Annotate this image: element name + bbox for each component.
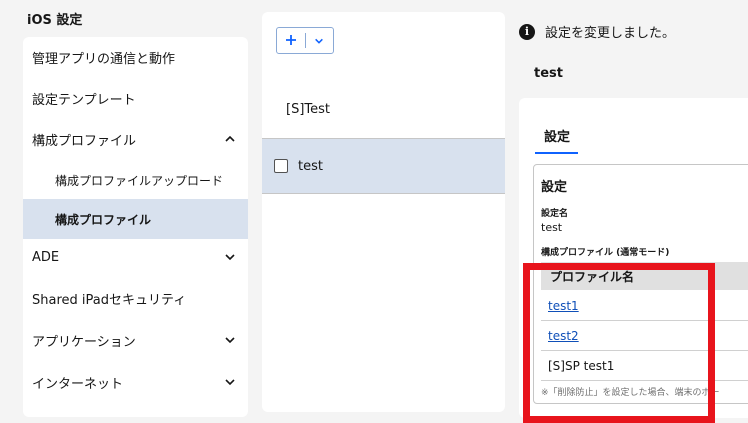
info-icon: i xyxy=(519,23,535,40)
sidebar-item-shared-ipad[interactable]: Shared iPadセキュリティ xyxy=(23,278,248,318)
success-notification: i 設定を変更しました。 xyxy=(519,22,748,41)
sidebar-item-app-communication[interactable]: 管理アプリの通信と動作 xyxy=(23,37,248,77)
list-item[interactable]: test xyxy=(262,138,505,194)
notification-text: 設定を変更しました。 xyxy=(545,26,676,41)
sidebar-item-label: 管理アプリの通信と動作 xyxy=(32,51,176,67)
plus-icon xyxy=(285,31,297,50)
table-row: test2 xyxy=(541,321,748,351)
profile-table-header: プロファイル名 xyxy=(541,262,748,290)
chevron-down-icon xyxy=(224,376,236,388)
profile-link[interactable]: test2 xyxy=(548,329,579,343)
add-button[interactable] xyxy=(277,28,305,53)
sidebar-item-label: ADE xyxy=(32,249,60,265)
sidebar-item-label: 構成プロファイルアップロード xyxy=(55,173,224,188)
sidebar-item-applications[interactable]: アプリケーション xyxy=(23,320,248,360)
section-heading: 設定 xyxy=(541,180,568,195)
setting-name-value: test xyxy=(541,221,563,234)
add-split-button xyxy=(276,27,334,54)
sidebar-item-label: アプリケーション xyxy=(32,334,136,350)
table-row: [S]SP test1 xyxy=(541,351,748,381)
detail-title: test xyxy=(534,66,563,81)
chevron-down-icon xyxy=(314,31,324,50)
sidebar-item-label: 構成プロファイル xyxy=(32,133,137,149)
column-header-profile-name: プロファイル名 xyxy=(550,269,635,284)
sidebar-item-label: インターネット xyxy=(32,376,124,392)
add-dropdown-button[interactable] xyxy=(306,28,334,53)
sidebar-item-config-profile-active[interactable]: 構成プロファイル xyxy=(23,199,248,239)
footnote: ※「削除防止」を設定した場合、端末のポー xyxy=(541,388,720,398)
profile-link[interactable]: test1 xyxy=(548,299,579,313)
tab-settings[interactable]: 設定 xyxy=(544,126,570,145)
sidebar-item-config-profile-upload[interactable]: 構成プロファイルアップロード xyxy=(23,160,248,200)
row-checkbox[interactable] xyxy=(274,159,288,173)
profile-name: [S]SP test1 xyxy=(548,358,615,373)
sidebar-item-internet[interactable]: インターネット xyxy=(23,362,248,402)
list-group-header: [S]Test xyxy=(262,80,505,138)
sidebar-title: iOS 設定 xyxy=(27,13,83,28)
chevron-down-icon xyxy=(224,334,236,346)
sidebar-item-label: 設定テンプレート xyxy=(32,92,136,108)
sidebar-item-label: 構成プロファイル xyxy=(55,212,152,227)
profile-list-panel: [S]Test test xyxy=(262,12,505,412)
active-tab-indicator xyxy=(535,152,578,154)
sidebar-item-label: Shared iPadセキュリティ xyxy=(32,292,187,308)
sidebar-item-ade[interactable]: ADE xyxy=(23,237,248,277)
table-row: test1 xyxy=(541,291,748,321)
config-profile-label: 構成プロファイル (通常モード) xyxy=(541,248,670,258)
sidebar-item-config-profile[interactable]: 構成プロファイル xyxy=(23,119,248,159)
group-header-label: [S]Test xyxy=(286,101,330,117)
list-item-label: test xyxy=(298,158,323,174)
sidebar-item-settings-template[interactable]: 設定テンプレート xyxy=(23,78,248,118)
chevron-down-icon xyxy=(224,251,236,263)
sidebar: 管理アプリの通信と動作 設定テンプレート 構成プロファイル 構成プロファイルアッ… xyxy=(23,37,248,417)
chevron-up-icon xyxy=(224,133,236,145)
setting-name-label: 設定名 xyxy=(541,209,569,219)
